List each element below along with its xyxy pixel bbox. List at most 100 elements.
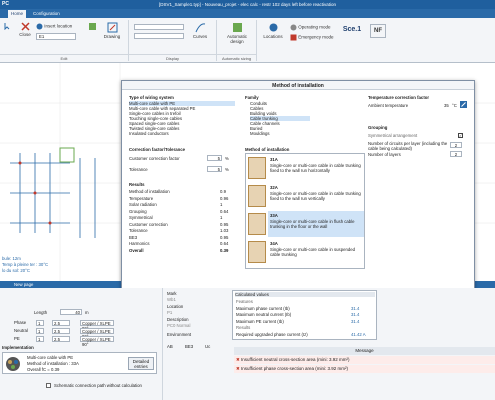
conductor-material-select[interactable]: Copper / XLPE 90° xyxy=(80,328,114,339)
tool-button-1[interactable] xyxy=(86,22,98,32)
circuits-per-layer-input[interactable]: 2 xyxy=(450,142,462,148)
title-bar: PC [DSV1_Sample1.typ] - Nouveau_projet -… xyxy=(0,0,495,9)
separator xyxy=(256,20,257,61)
conductor-qty-input[interactable]: 1 xyxy=(36,328,44,334)
conductor-section-select[interactable]: 2.5 xyxy=(52,320,70,326)
description-value[interactable]: PC0 Normal xyxy=(167,323,190,328)
conductor-section-select[interactable]: 2.5 xyxy=(52,336,70,342)
percent-unit: % xyxy=(225,167,229,172)
insert-location-select[interactable]: E1 xyxy=(36,33,76,40)
result-label: Symmetrical xyxy=(129,215,153,220)
display-select-1[interactable] xyxy=(134,24,184,30)
grouping-label: Grouping xyxy=(368,125,388,130)
method-code[interactable]: 32A xyxy=(270,185,278,190)
message-row[interactable]: ✖ Insufficient phase cross-section area … xyxy=(234,365,495,373)
display-select-2[interactable] xyxy=(134,33,184,39)
implementation-description: Multi-core cable with PE xyxy=(27,355,74,360)
result-value: 0.64 xyxy=(220,208,229,214)
installation-method-image xyxy=(248,213,266,235)
environment-code[interactable]: BE3 xyxy=(185,344,193,349)
wiring-item[interactable]: Insulated conductors xyxy=(129,131,169,136)
curves-button[interactable]: Curves xyxy=(189,22,211,39)
tab-home[interactable]: Home xyxy=(8,10,27,18)
message-header: Message xyxy=(234,347,495,355)
locations-button[interactable]: Locations xyxy=(260,22,286,39)
calc-value: 31.4 xyxy=(351,318,360,324)
location-label: Location xyxy=(167,304,184,309)
method-code[interactable]: 31A xyxy=(270,157,278,162)
conductor-qty-input[interactable]: 1 xyxy=(36,336,44,342)
detailed-entries-button[interactable]: Detailed entries xyxy=(128,357,154,370)
temperature-section-label: Temperature correction factor xyxy=(368,95,430,100)
calc-label: Maximum phase current (Ib) xyxy=(236,305,290,311)
family-item[interactable]: Mouldings xyxy=(250,131,270,136)
conductor-material-select[interactable]: Copper / XLPE 90° xyxy=(80,320,114,331)
symmetrical-arrangement-label: Symmetrical arrangement xyxy=(368,133,418,138)
layers-input[interactable]: 2 xyxy=(450,151,462,157)
identification-panel: Mark Wb1 Location P1 Description PC0 Nor… xyxy=(162,288,232,400)
calculated-values-header: Calculated values xyxy=(235,292,375,297)
symmetrical-checkbox[interactable]: ✓ xyxy=(458,133,463,138)
customer-correction-label: Customer correction factor xyxy=(129,156,180,161)
ambient-temperature-value[interactable]: 35 xyxy=(444,103,449,108)
close-button[interactable]: Close xyxy=(17,22,33,37)
calc-label: Maximum neutral current (Ib) xyxy=(236,312,292,317)
method-code[interactable]: 33A xyxy=(270,213,278,218)
insert-location[interactable]: Insert location xyxy=(36,23,86,30)
implementation-factor: Overall fC = 0.39 xyxy=(27,367,60,372)
customer-correction-input[interactable]: 5 xyxy=(207,155,222,161)
group-edit: Edit xyxy=(0,54,128,62)
message-row[interactable]: ✖ Insufficient neutral cross-section are… xyxy=(234,356,495,364)
method-description[interactable]: Single-core or multi-core cable in flush… xyxy=(270,219,362,229)
environment-code[interactable]: AB xyxy=(167,344,173,349)
result-label: Grouping xyxy=(129,208,147,214)
conductor-qty-input[interactable]: 1 xyxy=(36,320,44,326)
method-description[interactable]: Single-core or multi-core cable in cable… xyxy=(270,191,362,201)
implementation-label: Implementation xyxy=(2,345,34,350)
group-display: Display xyxy=(129,54,216,62)
result-label: Method of installation xyxy=(129,189,170,194)
schematic-label: Schematic connection path without calcul… xyxy=(54,383,142,388)
result-value: 0.64 xyxy=(220,241,229,246)
result-label: Overall xyxy=(129,247,144,253)
length-input[interactable]: 40 xyxy=(60,309,82,315)
method-description[interactable]: Single-core or multi-core cable in cable… xyxy=(270,163,362,173)
drawing-icon xyxy=(107,22,117,33)
temperature-edit-button[interactable] xyxy=(460,101,467,108)
mark-value[interactable]: Wb1 xyxy=(167,297,176,302)
cursor-button[interactable] xyxy=(3,22,11,31)
automatic-design-button[interactable]: Automatic design xyxy=(220,22,254,44)
tolerance-input[interactable]: 5 xyxy=(207,166,222,172)
result-value: 1 xyxy=(220,202,223,207)
conductor-material-select[interactable]: Copper / XLPE 90° xyxy=(80,336,114,347)
method-description[interactable]: Single-core or multi-core cable in suspe… xyxy=(270,247,362,257)
method-code[interactable]: 34A xyxy=(270,241,278,246)
calc-value: 41.42 A xyxy=(351,331,366,337)
tab-configuration[interactable]: Configuration xyxy=(30,10,63,18)
dialog-title: Method of installation xyxy=(122,81,474,90)
result-value: 0.9 xyxy=(220,189,226,194)
environment-code[interactable]: Uc xyxy=(205,344,210,349)
length-label: Length xyxy=(34,310,48,315)
location-value[interactable]: P1 xyxy=(167,310,172,315)
emergency-icon xyxy=(290,34,297,41)
calc-value: 31.4 xyxy=(351,305,360,311)
family-label: Family xyxy=(245,95,259,100)
drawing-button[interactable]: Drawing xyxy=(100,22,124,39)
wrench-icon xyxy=(88,23,96,30)
result-value: 0.39 xyxy=(220,247,229,253)
new-page-tab[interactable]: New page xyxy=(14,282,33,287)
schematic-checkbox[interactable] xyxy=(46,383,51,388)
tolerance-label: Tolerance xyxy=(129,167,148,172)
group-automatic-sizing: Automatic sizing xyxy=(217,54,256,62)
implementation-box[interactable]: Multi-core cable with PE Method of insta… xyxy=(2,352,157,374)
circuits-per-layer-label: Number of circuits per layer (including … xyxy=(368,141,448,151)
environment-label: Environment xyxy=(167,332,192,337)
emergency-mode-button[interactable]: Emergency mode xyxy=(290,34,334,41)
location-icon xyxy=(36,23,43,30)
nf-standard-button[interactable]: NF xyxy=(370,24,386,38)
description-label: Description xyxy=(167,317,189,322)
scenario-select[interactable]: Sce.1 xyxy=(338,26,366,33)
operating-mode-button[interactable]: Operating mode xyxy=(290,24,334,31)
conductor-section-select[interactable]: 2.5 xyxy=(52,328,70,334)
